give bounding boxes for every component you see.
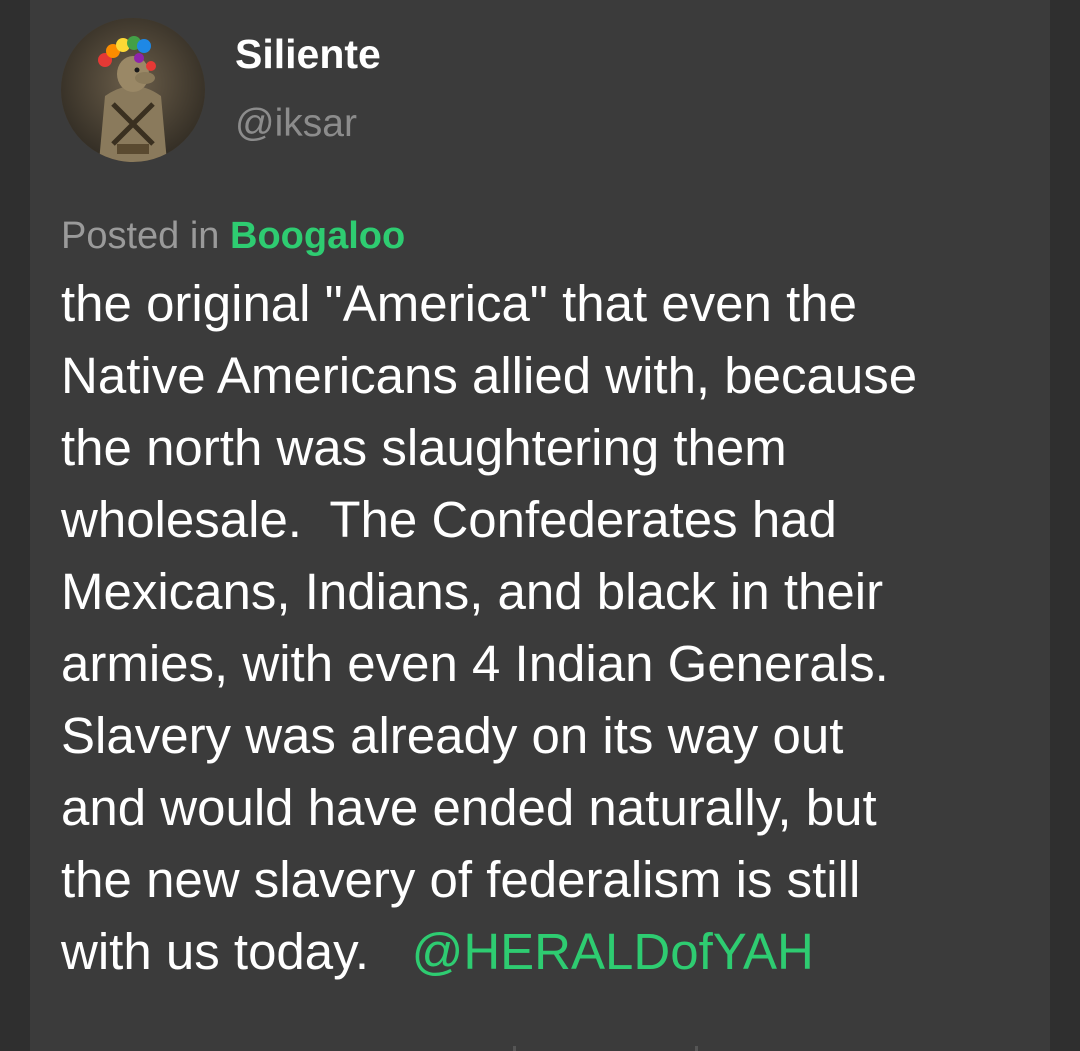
post-body: the original "America" that even the Nat… (61, 268, 1051, 988)
post-text-line: the original "America" that even the (61, 275, 857, 332)
post-text-line: Native Americans allied with, because (61, 347, 918, 404)
post-actions-edge (30, 1046, 1050, 1051)
community-link[interactable]: Boogaloo (230, 215, 405, 257)
post-text-last-line: with us today. @HERALDofYAH (61, 916, 1051, 988)
action-divider (513, 1046, 516, 1051)
posted-in-line: Posted in Boogaloo (61, 212, 405, 260)
post-text-line: armies, with even 4 Indian Generals. (61, 635, 889, 692)
avatar[interactable] (61, 18, 205, 162)
post-text-line: the north was slaughtering them (61, 419, 787, 476)
post-text-line: wholesale. The Confederates had (61, 491, 837, 548)
mention-link[interactable]: @HERALDofYAH (412, 923, 814, 980)
user-handle[interactable]: @iksar (235, 100, 357, 148)
post-text-line: with us today. (61, 923, 412, 980)
avatar-image (61, 18, 205, 162)
posted-in-prefix: Posted in (61, 215, 230, 257)
post-text-line: the new slavery of federalism is still (61, 851, 861, 908)
post-text-line: Mexicans, Indians, and black in their (61, 563, 884, 620)
display-name[interactable]: Siliente (235, 30, 381, 78)
action-divider (695, 1046, 698, 1051)
post-text-line: Slavery was already on its way out (61, 707, 844, 764)
post-text-line: and would have ended naturally, but (61, 779, 877, 836)
